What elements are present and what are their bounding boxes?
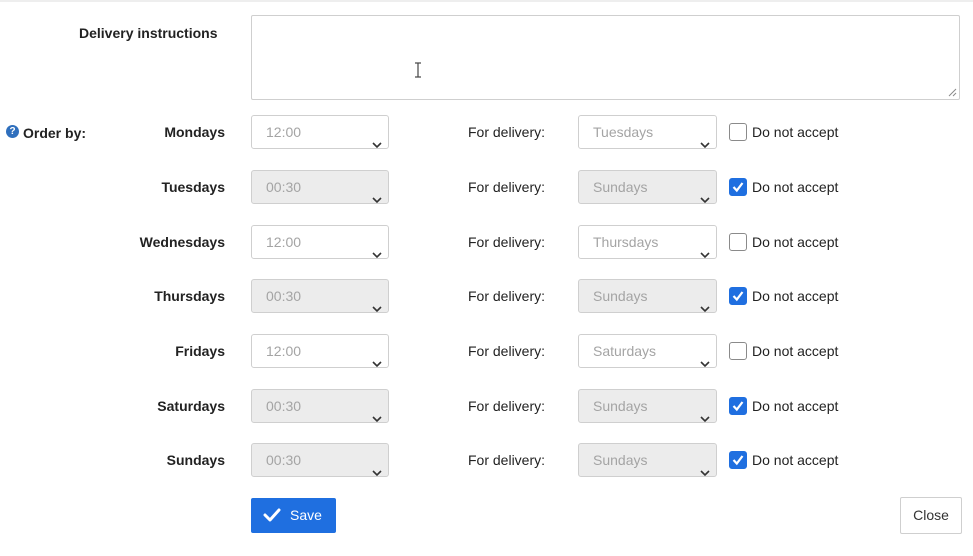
chevron-down-icon <box>372 183 382 204</box>
chevron-down-icon <box>700 128 710 149</box>
save-button[interactable]: Save <box>251 498 336 533</box>
chevron-down-icon <box>700 183 710 204</box>
do-not-accept-checkbox-thursdays[interactable] <box>729 287 747 305</box>
chevron-down-icon <box>700 238 710 259</box>
do-not-accept-label[interactable]: Do not accept <box>752 288 838 304</box>
chevron-down-icon <box>700 402 710 423</box>
day-label-sundays: Sundays <box>166 452 225 468</box>
delivery-day-value: Thursdays <box>593 234 659 250</box>
chevron-down-icon <box>372 292 382 313</box>
do-not-accept-label[interactable]: Do not accept <box>752 234 838 250</box>
do-not-accept-label[interactable]: Do not accept <box>752 124 838 140</box>
delivery-day-value: Sundays <box>593 398 648 414</box>
schedule-row: Tuesdays 00:30 For delivery: Sundays Do not … <box>0 170 973 206</box>
schedule-row: Mondays 12:00 For delivery: Tuesdays Do not … <box>0 115 973 151</box>
order-time-select-saturdays[interactable]: 00:30 <box>251 389 389 423</box>
do-not-accept-checkbox-tuesdays[interactable] <box>729 178 747 196</box>
for-delivery-label: For delivery: <box>468 179 546 195</box>
text-cursor-icon <box>415 62 421 78</box>
order-time-value: 12:00 <box>266 124 302 140</box>
order-time-select-mondays[interactable]: 12:00 <box>251 115 389 149</box>
for-delivery-label: For delivery: <box>468 343 546 359</box>
do-not-accept-label[interactable]: Do not accept <box>752 398 838 414</box>
order-time-select-sundays[interactable]: 00:30 <box>251 443 389 477</box>
schedule-row: Fridays 12:00 For delivery: Saturdays Do not… <box>0 334 973 370</box>
do-not-accept-label[interactable]: Do not accept <box>752 343 838 359</box>
do-not-accept-checkbox-wednesdays[interactable] <box>729 233 747 251</box>
chevron-down-icon <box>372 238 382 259</box>
delivery-day-select-mondays[interactable]: Tuesdays <box>578 115 717 149</box>
chevron-down-icon <box>372 402 382 423</box>
order-time-select-wednesdays[interactable]: 12:00 <box>251 225 389 259</box>
top-divider <box>0 0 973 2</box>
schedule-row: Saturdays 00:30 For delivery: Sundays Do not… <box>0 389 973 425</box>
do-not-accept-checkbox-mondays[interactable] <box>729 123 747 141</box>
chevron-down-icon <box>372 456 382 477</box>
do-not-accept-label[interactable]: Do not accept <box>752 179 838 195</box>
delivery-day-select-wednesdays[interactable]: Thursdays <box>578 225 717 259</box>
do-not-accept-checkbox-sundays[interactable] <box>729 451 747 469</box>
day-label-wednesdays: Wednesdays <box>139 234 225 250</box>
delivery-instructions-label: Delivery instructions <box>79 25 218 41</box>
delivery-day-value: Sundays <box>593 452 648 468</box>
for-delivery-label: For delivery: <box>468 124 546 140</box>
delivery-day-value: Sundays <box>593 179 648 195</box>
delivery-day-select-sundays[interactable]: Sundays <box>578 443 717 477</box>
checkmark-icon <box>263 508 281 522</box>
day-label-tuesdays: Tuesdays <box>161 179 225 195</box>
do-not-accept-checkbox-saturdays[interactable] <box>729 397 747 415</box>
schedule-row: Thursdays 00:30 For delivery: Sundays Do not… <box>0 279 973 315</box>
order-time-value: 12:00 <box>266 234 302 250</box>
order-time-select-thursdays[interactable]: 00:30 <box>251 279 389 313</box>
chevron-down-icon <box>700 292 710 313</box>
chevron-down-icon <box>700 347 710 368</box>
day-label-saturdays: Saturdays <box>157 398 225 414</box>
order-time-value: 00:30 <box>266 288 302 304</box>
delivery-day-select-saturdays[interactable]: Sundays <box>578 389 717 423</box>
order-time-value: 12:00 <box>266 343 302 359</box>
for-delivery-label: For delivery: <box>468 398 546 414</box>
day-label-mondays: Mondays <box>164 124 225 140</box>
chevron-down-icon <box>372 128 382 149</box>
delivery-instructions-textarea[interactable] <box>251 15 960 100</box>
order-time-value: 00:30 <box>266 398 302 414</box>
delivery-day-value: Tuesdays <box>593 124 654 140</box>
save-button-label: Save <box>290 507 322 523</box>
for-delivery-label: For delivery: <box>468 452 546 468</box>
chevron-down-icon <box>700 456 710 477</box>
delivery-day-value: Saturdays <box>593 343 657 359</box>
order-time-select-tuesdays[interactable]: 00:30 <box>251 170 389 204</box>
delivery-day-select-fridays[interactable]: Saturdays <box>578 334 717 368</box>
do-not-accept-label[interactable]: Do not accept <box>752 452 838 468</box>
do-not-accept-checkbox-fridays[interactable] <box>729 342 747 360</box>
delivery-day-select-tuesdays[interactable]: Sundays <box>578 170 717 204</box>
delivery-day-value: Sundays <box>593 288 648 304</box>
schedule-row: Sundays 00:30 For delivery: Sundays Do not a… <box>0 443 973 479</box>
schedule-row: Wednesdays 12:00 For delivery: Thursdays Do … <box>0 225 973 261</box>
chevron-down-icon <box>372 347 382 368</box>
day-label-thursdays: Thursdays <box>154 288 225 304</box>
for-delivery-label: For delivery: <box>468 234 546 250</box>
day-label-fridays: Fridays <box>175 343 225 359</box>
for-delivery-label: For delivery: <box>468 288 546 304</box>
order-time-value: 00:30 <box>266 179 302 195</box>
order-time-select-fridays[interactable]: 12:00 <box>251 334 389 368</box>
close-button[interactable]: Close <box>900 497 962 534</box>
resize-grip-icon[interactable] <box>948 88 957 97</box>
order-time-value: 00:30 <box>266 452 302 468</box>
delivery-day-select-thursdays[interactable]: Sundays <box>578 279 717 313</box>
